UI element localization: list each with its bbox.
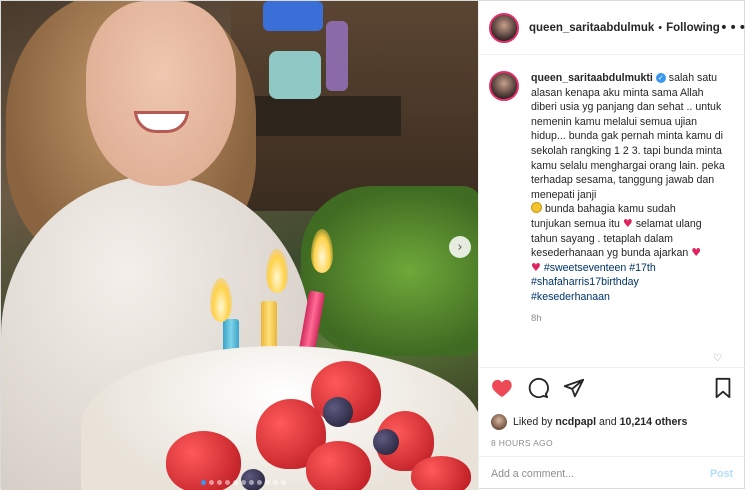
action-icons xyxy=(491,377,733,404)
carousel-dot[interactable] xyxy=(201,480,206,485)
green-pillow xyxy=(301,186,478,356)
hashtag-link[interactable]: #sweetseventeen #17th xyxy=(544,262,656,274)
liked-by-prefix: Liked by xyxy=(513,416,553,428)
candle-flame xyxy=(266,249,288,293)
girl-face xyxy=(86,1,236,186)
comments-section: queen_saritaabdulmukti ✓ salah satu alas… xyxy=(489,71,737,324)
strawberry xyxy=(306,441,371,490)
hashtag-link[interactable]: #kesederhanaan xyxy=(531,291,610,303)
liked-by-row: Liked by ncdpapl and 10,214 others xyxy=(491,414,733,430)
caption: queen_saritaabdulmukti ✓ salah satu alas… xyxy=(489,71,737,305)
liker-avatar[interactable] xyxy=(491,414,507,430)
carousel-dot[interactable] xyxy=(241,480,246,485)
comment-icon[interactable] xyxy=(527,377,549,404)
bookmark-icon[interactable] xyxy=(713,377,733,404)
red-heart-emoji-icon: ♥ xyxy=(622,216,633,230)
background-toy xyxy=(263,1,323,31)
caption-author-username[interactable]: queen_saritaabdulmukti xyxy=(531,72,653,84)
header-separator: • xyxy=(658,21,663,34)
carousel-dot[interactable] xyxy=(217,480,222,485)
caption-line: diberi usia yg panjang dan sehat .. xyxy=(531,101,693,114)
caption-line: tahun sayang . tetaplah dalam xyxy=(531,232,673,245)
strawberry xyxy=(411,456,471,490)
author-avatar[interactable] xyxy=(489,12,519,43)
comment-input[interactable]: Add a comment... xyxy=(491,468,574,480)
liked-by-and: and xyxy=(599,416,617,428)
carousel-dot[interactable] xyxy=(249,480,254,485)
carousel-dot[interactable] xyxy=(281,480,286,485)
post-timestamp[interactable]: 8 HOURS AGO xyxy=(491,438,733,448)
background-shelf xyxy=(251,96,401,136)
carousel-dot[interactable] xyxy=(225,480,230,485)
following-button[interactable]: Following xyxy=(666,22,720,34)
verified-badge-icon: ✓ xyxy=(655,73,666,84)
liked-by-user[interactable]: ncdpapl xyxy=(555,416,596,428)
red-heart-emoji-icon: ♥ xyxy=(691,246,702,260)
more-options-icon[interactable]: ••• xyxy=(720,20,745,36)
post-header: queen_saritaabdulmuk • Following ••• xyxy=(479,1,745,55)
caption-line: tunjukan semua itu xyxy=(531,217,620,230)
hashtag-link[interactable]: #shafaharris17birthday xyxy=(531,276,639,288)
carousel-dots xyxy=(201,480,286,485)
carousel-dot[interactable] xyxy=(209,480,214,485)
share-icon[interactable] xyxy=(563,377,585,404)
post-actions: Liked by ncdpapl and 10,214 others 8 HOU… xyxy=(479,367,745,448)
caption-text: queen_saritaabdulmukti ✓ salah satu alas… xyxy=(531,71,731,305)
liked-by-count[interactable]: 10,214 others xyxy=(620,416,688,428)
carousel-next-button[interactable]: › xyxy=(449,236,471,258)
add-comment-bar: Add a comment... Post xyxy=(479,456,745,490)
post-media-photo[interactable]: › xyxy=(1,1,478,490)
post-side-panel: queen_saritaabdulmuk • Following ••• que… xyxy=(478,1,745,490)
candle-flame xyxy=(311,229,333,273)
carousel-dot[interactable] xyxy=(257,480,262,485)
candle-flame xyxy=(210,278,232,322)
like-heart-icon[interactable] xyxy=(491,378,513,403)
caption-line: selamat ulang xyxy=(635,217,702,230)
caption-line: kesederhanaan yg bunda ajarkan xyxy=(531,247,689,260)
background-box xyxy=(269,51,321,99)
blueberry xyxy=(323,397,353,427)
caption-line: alasan kenapa aku minta sama Allah xyxy=(531,86,704,99)
comment-like-icon[interactable]: ♡ xyxy=(713,353,722,364)
author-username[interactable]: queen_saritaabdulmuk xyxy=(529,22,654,34)
caption-line: bunda bahagia kamu sudah xyxy=(544,203,676,216)
carousel-dot[interactable] xyxy=(273,480,278,485)
smile-emoji-icon xyxy=(531,202,542,214)
red-heart-emoji-icon: ♥ xyxy=(531,260,541,274)
caption-time[interactable]: 8h xyxy=(531,313,737,324)
post-comment-button[interactable]: Post xyxy=(710,468,733,480)
instagram-post: › queen_saritaabdulmuk • Following ••• q… xyxy=(0,0,745,490)
background-bottle xyxy=(326,21,348,91)
caption-author-avatar[interactable] xyxy=(489,71,519,101)
caption-line: salah satu xyxy=(668,72,718,84)
blueberry xyxy=(373,429,399,455)
carousel-dot[interactable] xyxy=(233,480,238,485)
carousel-dot[interactable] xyxy=(265,480,270,485)
